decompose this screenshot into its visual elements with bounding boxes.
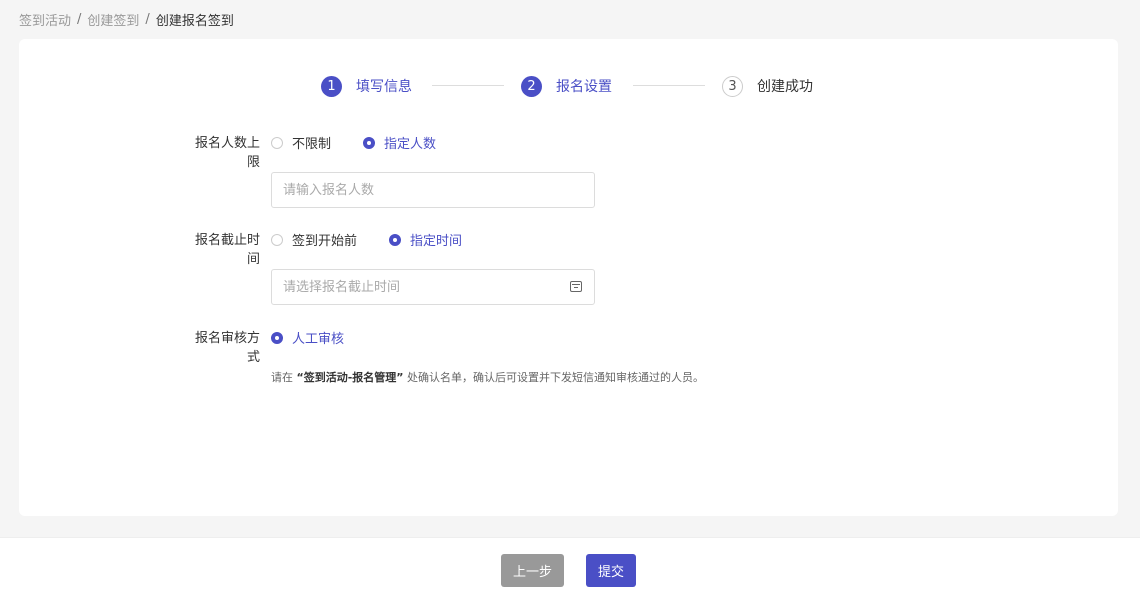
step-created: 3 创建成功 [722,75,813,97]
radio-label: 指定人数 [384,137,437,152]
signup-count-input[interactable] [271,172,595,208]
deadline-radio-group: 签到开始前 指定时间 [271,230,494,249]
radio-circle [271,136,283,149]
step-connector [633,85,705,86]
breadcrumb-separator: / [77,12,82,27]
step-label: 创建成功 [757,79,813,95]
breadcrumb: 签到活动 / 创建签到 / 创建报名签到 [19,10,234,29]
deadline-date-input[interactable] [271,269,595,305]
limit-label: 报名人数上限 [194,136,260,170]
radio-label: 指定时间 [410,234,463,249]
footer-bar: 上一步 提交 [0,537,1140,602]
breadcrumb-item-activities[interactable]: 签到活动 [19,10,71,29]
step-label: 报名设置 [556,79,612,95]
radio-specified-time[interactable]: 指定时间 [389,230,462,249]
deadline-label: 报名截止时间 [194,233,260,267]
step-connector [432,85,504,86]
radio-circle [271,331,283,344]
steps: 1 填写信息 2 报名设置 3 创建成功 [19,75,1118,97]
prev-step-button[interactable]: 上一步 [501,554,564,587]
radio-label: 人工审核 [292,332,345,347]
hint-suffix: 处确认名单，确认后可设置并下发短信通知审核通过的人员。 [407,371,705,384]
calendar-icon[interactable] [570,281,582,292]
radio-before-start[interactable]: 签到开始前 [271,230,357,249]
radio-manual-review[interactable]: 人工审核 [271,328,344,347]
step-label: 填写信息 [356,79,412,95]
limit-radio-group: 不限制 指定人数 [271,133,468,152]
step-number: 2 [521,75,542,97]
radio-circle [389,233,402,246]
form-card: 1 填写信息 2 报名设置 3 创建成功 报名人数上限 不限制 指定人数 报名截… [19,39,1118,516]
breadcrumb-separator: / [145,12,150,27]
step-number: 1 [321,75,342,97]
submit-button[interactable]: 提交 [586,554,636,587]
radio-label: 签到开始前 [292,234,358,249]
radio-circle [363,136,376,149]
step-signup-settings: 2 报名设置 [521,75,612,97]
radio-unlimited[interactable]: 不限制 [271,133,331,152]
breadcrumb-item-current: 创建报名签到 [155,14,234,29]
radio-label: 不限制 [292,137,332,152]
step-fill-info: 1 填写信息 [321,75,412,97]
radio-specified-count[interactable]: 指定人数 [363,133,436,152]
review-label: 报名审核方式 [194,331,260,365]
review-radio-group: 人工审核 [271,328,376,347]
review-hint: 请在 “签到活动-报名管理” 处确认名单，确认后可设置并下发短信通知审核通过的人… [271,369,704,385]
radio-circle [271,233,283,246]
step-number: 3 [722,75,743,97]
hint-link-text: “签到活动-报名管理” [296,371,404,384]
breadcrumb-item-create-checkin[interactable]: 创建签到 [87,10,139,29]
hint-prefix: 请在 [271,371,293,384]
